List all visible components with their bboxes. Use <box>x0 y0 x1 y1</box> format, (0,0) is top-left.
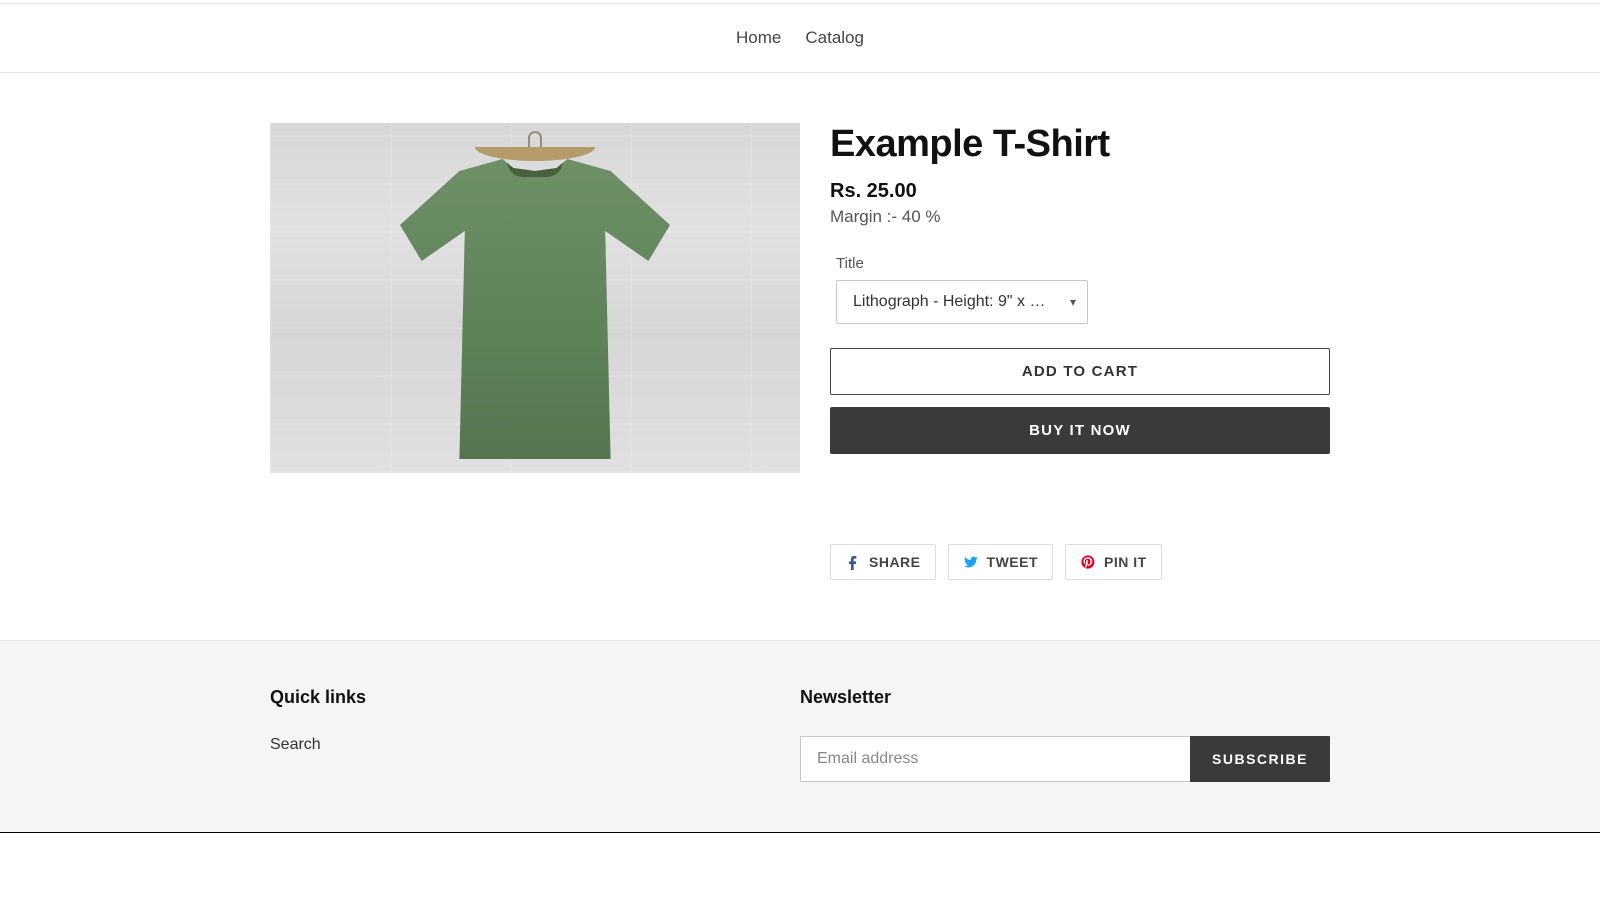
quick-links-heading: Quick links <box>270 687 366 708</box>
newsletter-heading: Newsletter <box>800 687 1330 708</box>
buy-now-button[interactable]: BUY IT NOW <box>830 407 1330 454</box>
variant-select[interactable]: Lithograph - Height: 9" x Width: <box>836 280 1088 324</box>
subscribe-button[interactable]: SUBSCRIBE <box>1190 736 1330 782</box>
share-facebook-label: SHARE <box>869 554 921 570</box>
hanger-icon <box>475 131 595 161</box>
subscribe-form: SUBSCRIBE <box>800 736 1330 782</box>
share-twitter-label: TWEET <box>987 554 1039 570</box>
product-details: Example T-Shirt Rs. 25.00 Margin :- 40 %… <box>830 123 1330 580</box>
product-image <box>270 123 800 473</box>
nav-catalog[interactable]: Catalog <box>805 28 864 48</box>
share-twitter-button[interactable]: TWEET <box>948 544 1054 580</box>
share-pinterest-label: PIN IT <box>1104 554 1147 570</box>
email-input[interactable] <box>800 736 1190 782</box>
quick-links-column: Quick links Search <box>270 687 366 782</box>
tshirt-graphic <box>400 159 670 459</box>
share-pinterest-button[interactable]: PIN IT <box>1065 544 1162 580</box>
variant-label: Title <box>836 255 1330 272</box>
main-nav: Home Catalog <box>40 28 1560 48</box>
site-footer: Quick links Search Newsletter SUBSCRIBE <box>0 640 1600 832</box>
product-margin: Margin :- 40 % <box>830 207 1330 227</box>
share-facebook-button[interactable]: SHARE <box>830 544 936 580</box>
site-header: Home Catalog <box>0 4 1600 73</box>
newsletter-column: Newsletter SUBSCRIBE <box>800 687 1330 782</box>
product-main: Example T-Shirt Rs. 25.00 Margin :- 40 %… <box>250 123 1350 580</box>
add-to-cart-button[interactable]: ADD TO CART <box>830 348 1330 395</box>
nav-home[interactable]: Home <box>736 28 781 48</box>
twitter-icon <box>963 554 979 570</box>
footer-search-link[interactable]: Search <box>270 736 366 754</box>
product-price: Rs. 25.00 <box>830 180 1330 203</box>
pinterest-icon <box>1080 554 1096 570</box>
share-row: SHARE TWEET PIN IT <box>830 544 1330 580</box>
facebook-icon <box>845 554 861 570</box>
product-title: Example T-Shirt <box>830 123 1330 166</box>
variant-select-wrap: Lithograph - Height: 9" x Width: ▾ <box>836 280 1088 324</box>
bottom-divider <box>0 832 1600 833</box>
